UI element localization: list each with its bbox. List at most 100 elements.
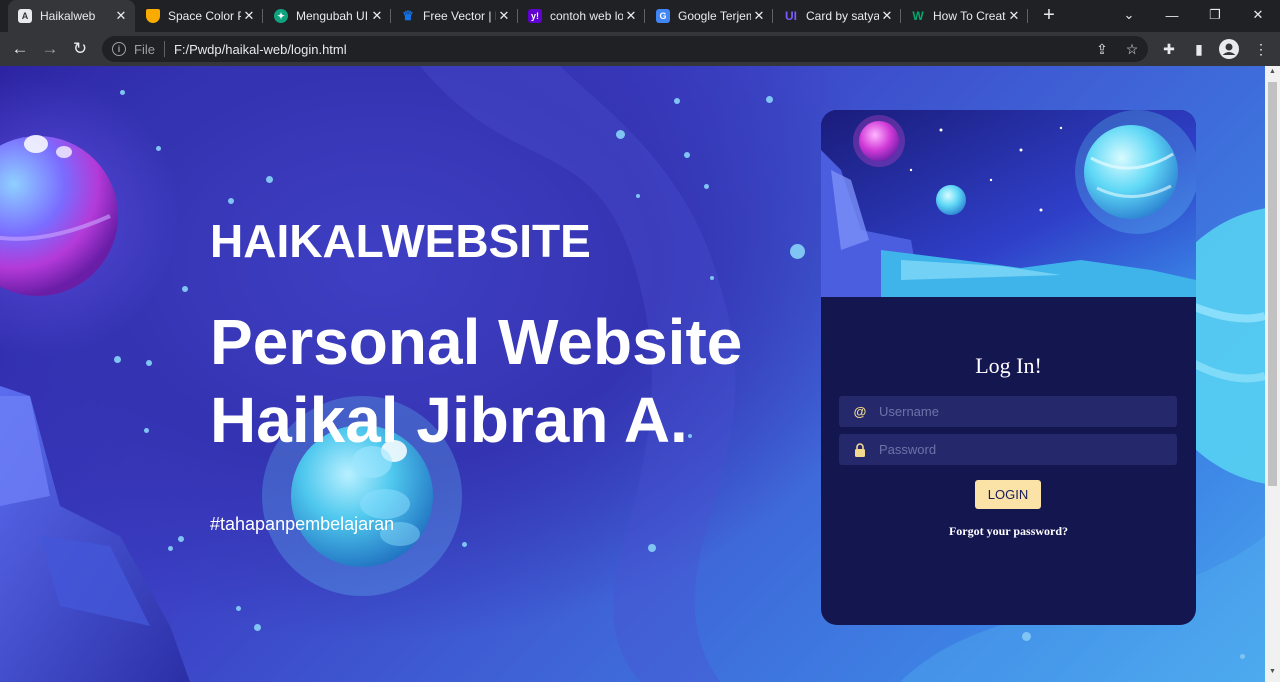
password-input[interactable] — [877, 441, 1157, 458]
tab-separator — [772, 9, 773, 23]
hero-headline-line2: Haikal Jibran A. — [210, 384, 688, 456]
star — [156, 146, 161, 151]
lock-icon — [853, 442, 867, 457]
tab-title: Space Color P — [168, 9, 241, 23]
star — [144, 428, 149, 433]
login-card: Log In! @ LOGIN Forgot your password? — [821, 110, 1196, 625]
share-icon[interactable]: ⇪ — [1091, 38, 1113, 60]
extensions-icon[interactable]: ✚ — [1158, 38, 1180, 60]
scroll-up-arrow-icon[interactable]: ▲ — [1265, 68, 1280, 80]
star — [254, 624, 261, 631]
divider — [163, 41, 165, 57]
minimize-icon[interactable]: — — [1150, 0, 1194, 30]
tab-separator — [644, 9, 645, 23]
yahoo-icon: y! — [528, 9, 542, 23]
username-field[interactable]: @ — [839, 396, 1177, 427]
profile-avatar-icon[interactable] — [1218, 38, 1240, 60]
tab-title: Mengubah UI — [296, 9, 369, 23]
star — [710, 276, 714, 280]
tab-strip: A Haikalweb ✕ Space Color P ✕ ✦ Mengubah… — [0, 0, 1280, 32]
star — [616, 130, 625, 139]
address-bar[interactable]: i File F:/Pwdp/haikal-web/login.html — [102, 36, 1148, 62]
tab-title: Free Vector | F — [423, 9, 496, 23]
tab-title: Google Terjem — [678, 9, 751, 23]
reload-icon[interactable]: ↻ — [68, 37, 92, 61]
tab-google-translate[interactable]: G Google Terjem ✕ — [646, 0, 773, 32]
at-sign-icon: @ — [853, 404, 867, 419]
tab-space-color[interactable]: Space Color P ✕ — [136, 0, 263, 32]
tab-title: How To Creat — [933, 9, 1006, 23]
username-input[interactable] — [877, 403, 1157, 420]
login-button[interactable]: LOGIN — [975, 480, 1041, 509]
w3schools-icon: W — [912, 9, 924, 23]
hero-hashtag: #tahapanpembelajaran — [210, 514, 395, 534]
close-window-icon[interactable]: ✕ — [1236, 0, 1280, 30]
star — [1022, 632, 1031, 641]
chatgpt-icon: ✦ — [274, 9, 288, 23]
tab-title: Haikalweb — [40, 9, 96, 23]
star — [1240, 654, 1245, 659]
star — [704, 184, 709, 189]
star — [266, 176, 273, 183]
star — [114, 356, 121, 363]
tab-title: contoh web lo — [550, 9, 623, 23]
scrollbar-thumb[interactable] — [1268, 82, 1277, 486]
star — [636, 194, 640, 198]
hero-headline-line1: Personal Website — [210, 306, 743, 378]
tab-how-to-create[interactable]: W How To Creat ✕ — [901, 0, 1028, 32]
tab-haikalweb[interactable]: A Haikalweb ✕ — [8, 0, 135, 32]
star — [674, 98, 680, 104]
star — [766, 96, 773, 103]
close-tab-icon[interactable]: ✕ — [751, 8, 767, 24]
info-icon[interactable]: i — [112, 42, 126, 56]
close-tab-icon[interactable]: ✕ — [241, 8, 257, 24]
page-icon: A — [18, 9, 32, 23]
close-tab-icon[interactable]: ✕ — [369, 8, 385, 24]
star — [462, 542, 467, 547]
bookmark-star-icon[interactable]: ☆ — [1121, 38, 1143, 60]
star — [684, 152, 690, 158]
star — [648, 544, 656, 552]
star — [146, 360, 152, 366]
login-title: Log In! — [975, 353, 1042, 378]
star — [168, 546, 173, 551]
restore-icon[interactable]: ❐ — [1193, 0, 1237, 30]
star — [228, 198, 234, 204]
star — [236, 606, 241, 611]
shield-icon — [146, 9, 160, 23]
star — [790, 244, 805, 259]
url-scheme-label: File — [134, 41, 155, 57]
tab-search-icon[interactable]: ⌄ — [1107, 0, 1151, 30]
close-tab-icon[interactable]: ✕ — [496, 8, 512, 24]
url-text[interactable]: F:/Pwdp/haikal-web/login.html — [174, 42, 347, 57]
new-tab-button[interactable]: + — [1038, 4, 1060, 26]
star — [182, 286, 188, 292]
close-tab-icon[interactable]: ✕ — [113, 8, 129, 24]
password-field[interactable] — [839, 434, 1177, 465]
forgot-password-link[interactable]: Forgot your password? — [821, 524, 1196, 539]
freepik-icon: ♛ — [402, 8, 414, 23]
forward-icon[interactable]: → — [38, 37, 62, 61]
star — [120, 90, 125, 95]
card-header-illustration — [821, 110, 1196, 297]
back-icon[interactable]: ← — [8, 37, 32, 61]
page-viewport: HAIKALWEBSITE Personal Website Haikal Ji… — [0, 66, 1265, 682]
tab-mengubah-ui[interactable]: ✦ Mengubah UI ✕ — [264, 0, 391, 32]
tab-separator — [1027, 9, 1028, 23]
close-tab-icon[interactable]: ✕ — [623, 8, 639, 24]
tab-separator — [262, 9, 263, 23]
tab-contoh-web[interactable]: y! contoh web lo ✕ — [518, 0, 645, 32]
tab-free-vector[interactable]: ♛ Free Vector | F ✕ — [391, 0, 518, 32]
tab-card-by-satya[interactable]: UI Card by satya ✕ — [774, 0, 901, 32]
close-tab-icon[interactable]: ✕ — [879, 8, 895, 24]
tab-title: Card by satya — [806, 9, 879, 23]
menu-dots-icon[interactable]: ⋮ — [1250, 38, 1272, 60]
scroll-down-arrow-icon[interactable]: ▼ — [1265, 668, 1280, 680]
hero-headline: Personal Website Haikal Jibran A. — [210, 303, 742, 459]
side-panel-icon[interactable]: ▮ — [1188, 38, 1210, 60]
close-tab-icon[interactable]: ✕ — [1006, 8, 1022, 24]
site-brand-title: HAIKALWEBSITE — [210, 215, 591, 267]
star — [178, 536, 184, 542]
translate-icon: G — [656, 9, 670, 23]
uiverse-icon: UI — [785, 9, 797, 23]
